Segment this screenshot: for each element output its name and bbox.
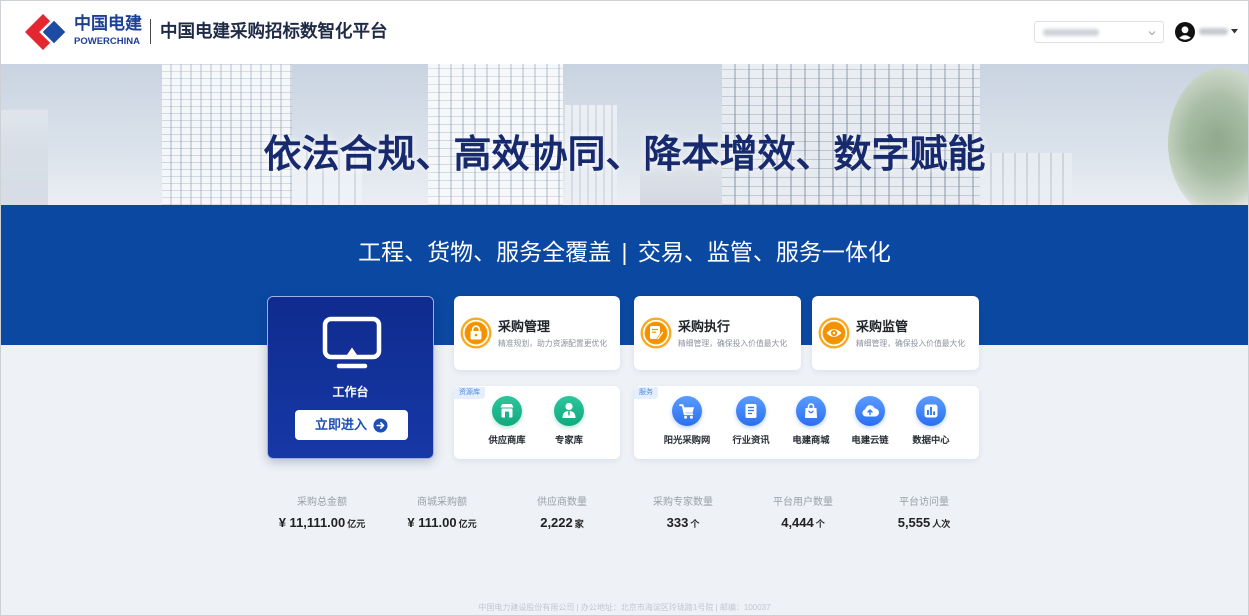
lock-bag-icon [460,317,492,349]
feature-title: 采购执行 [678,319,731,334]
header-divider [150,19,151,44]
stat-label: 采购专家数量 [653,497,713,508]
feature-description: 精细管理，确保投入价值最大化 [678,339,788,348]
resource-item-supplier-library[interactable]: 供应商库 [477,396,537,452]
service-item-sunshine-procurement[interactable]: 阳光采购网 [657,396,717,452]
resource-library-panel: 资源库 供应商库 专家库 [454,386,620,459]
enter-now-button[interactable]: 立即进入 [295,410,408,440]
stat-unit: 个 [690,519,700,529]
tagline-separator: | [621,239,628,265]
stat-label: 平台用户数量 [773,497,833,508]
stat-label: 供应商数量 [537,497,587,508]
band-tagline: 工程、货物、服务全覆盖 | 交易、监管、服务一体化 [0,237,1249,267]
stat-unit: 亿元 [347,519,366,529]
stat-value: ¥ 111.00 [407,515,457,530]
stat-value-row: 2,222 家 [502,515,622,532]
username-blurred[interactable] [1199,28,1228,35]
stat-unit: 个 [815,519,825,529]
cart-icon [672,396,702,426]
stat-value-row: 333 个 [623,515,743,532]
stat-unit: 亿元 [458,519,477,529]
chevron-down-icon [1148,31,1156,36]
stat-label: 平台访问量 [899,497,949,508]
arrow-right-circle-icon [373,417,388,433]
stat-value-row: ¥ 111.00 亿元 [382,515,502,532]
stat-unit: 家 [574,519,584,529]
feature-card-purchase-execution[interactable]: 采购执行 精细管理，确保投入价值最大化 [634,296,801,370]
bar-chart-icon [916,396,946,426]
tagline-left: 工程、货物、服务全覆盖 [358,239,612,265]
feature-description: 精准规划，助力资源配置更优化 [498,339,608,348]
services-tag: 服务 [634,387,658,399]
footer-info: 中国电力建设股份有限公司 | 办公地址：北京市海淀区玲珑路1号院 | 邮编：10… [478,603,771,612]
store-icon [492,396,522,426]
document-edit-icon [640,317,672,349]
feature-card-purchase-management[interactable]: 采购管理 精准规划，助力资源配置更优化 [454,296,620,370]
stat-value: 333 [666,515,689,530]
feature-title: 采购管理 [498,319,551,334]
stat-unit: 人次 [932,519,951,529]
powerchina-logo[interactable]: 中国电建 POWERCHINA [22,11,144,53]
resource-item-expert-library[interactable]: 专家库 [539,396,599,452]
tagline-right: 交易、监管、服务一体化 [637,239,891,265]
cloud-icon [855,396,885,426]
user-avatar-icon[interactable] [1175,22,1195,42]
caret-down-icon[interactable] [1231,29,1238,34]
stat-user-count: 平台用户数量 4,444 个 [743,496,863,536]
platform-title: 中国电建采购招标数智化平台 [160,21,388,41]
hero-banner: 依法合规、高效协同、降本增效、数字赋能 [0,64,1249,205]
services-panel: 服务 阳光采购网 行业资讯 电建商城 电建云链 数据中心 [634,386,979,459]
stat-mall-purchase-amount: 商城采购额 ¥ 111.00 亿元 [382,496,502,536]
enter-now-label: 立即进入 [314,417,367,432]
expert-icon [554,396,584,426]
eye-icon [818,317,850,349]
stat-value: 5,555 [897,515,931,530]
resource-item-label: 专家库 [555,435,583,445]
stat-value: ¥ 11,111.00 [278,515,346,530]
stat-value-row: ¥ 11,111.00 亿元 [262,515,382,532]
stat-value-row: 5,555 人次 [864,515,984,532]
stat-visit-count: 平台访问量 5,555 人次 [864,496,984,536]
blue-band: 工程、货物、服务全覆盖 | 交易、监管、服务一体化 [0,205,1249,345]
feature-card-purchase-supervision[interactable]: 采购监管 精细管理，确保投入价值最大化 [812,296,979,370]
workbench-label: 工作台 [332,385,369,399]
feature-description: 精细管理，确保投入价值最大化 [856,339,966,348]
stat-value-row: 4,444 个 [743,515,863,532]
org-select[interactable] [1034,21,1164,43]
workbench-card[interactable]: 工作台 立即进入 [267,296,434,459]
stat-value: 2,222 [540,515,573,530]
monitor-icon [322,316,382,369]
stat-supplier-count: 供应商数量 2,222 家 [502,496,622,536]
stat-label: 商城采购额 [417,497,467,508]
logo-chinese-text: 中国电建 [74,14,142,33]
stat-label: 采购总金额 [297,497,347,508]
stat-total-purchase-amount: 采购总金额 ¥ 11,111.00 亿元 [262,496,382,536]
news-icon [736,396,766,426]
shopping-bag-icon [796,396,826,426]
stat-expert-count: 采购专家数量 333 个 [623,496,743,536]
logo-english-text: POWERCHINA [74,36,140,47]
powerchina-logo-icon [25,14,68,50]
feature-title: 采购监管 [856,319,909,334]
service-item-label: 数据中心 [912,435,950,445]
hero-slogan: 依法合规、高效协同、降本增效、数字赋能 [263,134,986,176]
top-header: 中国电建 POWERCHINA 中国电建采购招标数智化平台 [0,0,1249,64]
service-item-data-center[interactable]: 数据中心 [901,396,961,452]
stat-value: 4,444 [781,515,814,530]
org-select-value-blurred [1043,29,1099,36]
